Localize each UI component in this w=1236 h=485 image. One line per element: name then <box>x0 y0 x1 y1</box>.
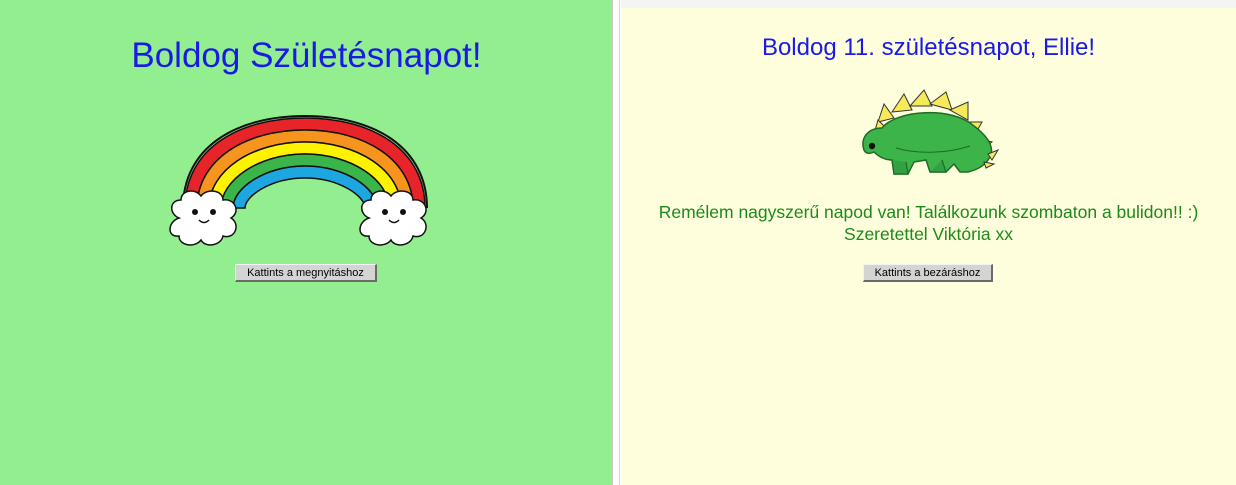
message-line-1: Remélem nagyszerű napod van! Találkozunk… <box>658 202 1199 222</box>
panel-divider <box>614 0 620 485</box>
open-card-button[interactable]: Kattints a megnyitáshoz <box>235 264 377 282</box>
birthday-message: Remélem nagyszerű napod van! Találkozunk… <box>621 201 1236 245</box>
inside-title: Boldog 11. születésnapot, Ellie! <box>761 34 1096 61</box>
panel-top-strip <box>621 0 1236 8</box>
rainbow-illustration <box>169 114 428 246</box>
card-front-panel: Boldog Születésnapot! Kattints a megnyit… <box>0 0 613 485</box>
stegosaurus-illustration <box>862 89 1000 175</box>
message-signature: Szeretettel Viktória xx <box>844 224 1013 244</box>
close-card-button[interactable]: Kattints a bezáráshoz <box>863 264 993 282</box>
card-view: Boldog Születésnapot! Kattints a megnyit… <box>0 0 1236 485</box>
front-title: Boldog Születésnapot! <box>131 36 482 75</box>
